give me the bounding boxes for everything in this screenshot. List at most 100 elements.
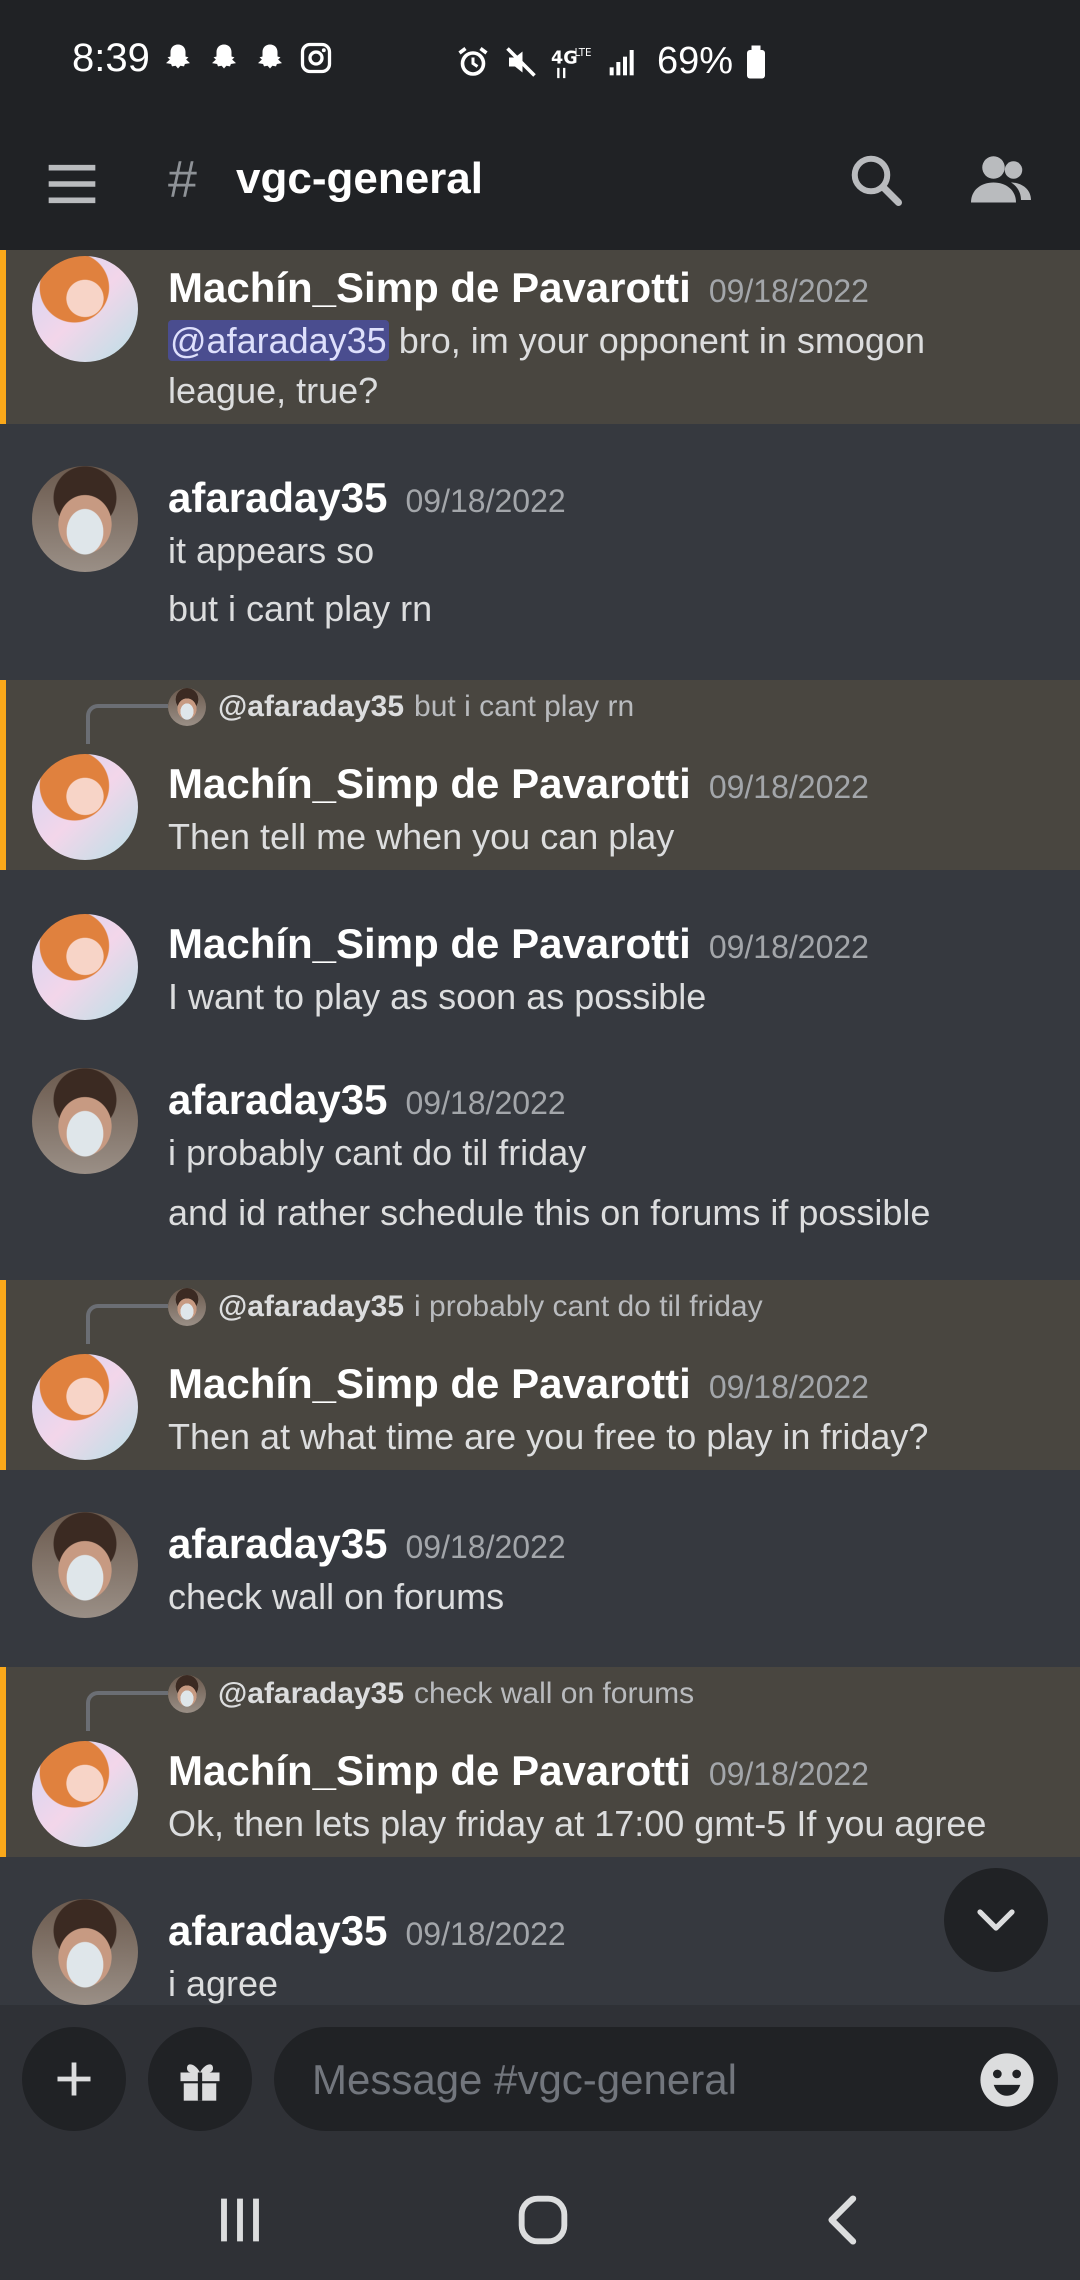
author-name[interactable]: afaraday35 09/18/2022 — [168, 1076, 566, 1124]
author-name[interactable]: Machín_Simp de Pavarotti 09/18/2022 — [168, 264, 869, 312]
reply-author: @afaraday35 — [218, 690, 405, 723]
message-text: Then at what time are you free to play i… — [168, 1416, 929, 1457]
timestamp: 09/18/2022 — [405, 1529, 566, 1565]
signal-icon — [609, 49, 634, 75]
system-icons: 4G LTE 69% — [455, 40, 767, 83]
message-item[interactable]: @afaraday35 i probably cant do til frida… — [0, 1280, 1080, 1470]
message-text: and id rather schedule this on forums if… — [168, 1192, 931, 1233]
message-text: i agree — [168, 1963, 279, 2004]
reply-author: @afaraday35 — [218, 1677, 405, 1710]
reply-text: check wall on forums — [414, 1677, 695, 1710]
emoji-icon[interactable] — [978, 2051, 1036, 2109]
reply-text: but i cant play rn — [414, 690, 635, 723]
timestamp: 09/18/2022 — [708, 769, 869, 805]
status-time: 8:39 — [72, 36, 150, 80]
channel-hash-icon: # — [168, 151, 197, 209]
avatar[interactable] — [32, 1068, 138, 1174]
author-name[interactable]: Machín_Simp de Pavarotti 09/18/2022 — [168, 1360, 869, 1408]
timestamp: 09/18/2022 — [708, 1369, 869, 1405]
message-item[interactable]: Machín_Simp de Pavarotti 09/18/2022 I wan… — [0, 870, 1080, 1030]
jump-to-bottom-button[interactable] — [944, 1868, 1048, 1972]
reply-connector — [86, 1304, 168, 1344]
message-item[interactable]: Machín_Simp de Pavarotti 09/18/2022 @afar… — [0, 250, 1080, 424]
avatar[interactable] — [32, 1354, 138, 1460]
snapchat-icon — [212, 44, 236, 69]
gift-icon — [180, 2064, 220, 2101]
message-text: @afaraday35 bro, im your opponent in smo… — [168, 320, 925, 361]
author-name[interactable]: afaraday35 09/18/2022 — [168, 1520, 566, 1568]
avatar[interactable] — [32, 1512, 138, 1618]
battery-icon — [747, 45, 766, 78]
message-list[interactable]: Machín_Simp de Pavarotti 09/18/2022 @afar… — [0, 250, 1080, 2005]
back-icon[interactable] — [810, 2188, 880, 2252]
message-composer — [0, 2005, 1080, 2160]
plus-icon — [57, 2062, 91, 2096]
instagram-icon — [300, 42, 332, 74]
battery-percentage: 69% — [657, 40, 734, 82]
timestamp: 09/18/2022 — [708, 929, 869, 965]
avatar[interactable] — [32, 1741, 138, 1847]
avatar[interactable] — [32, 914, 138, 1020]
message-item[interactable]: @afaraday35 check wall on forums Machín_… — [0, 1667, 1080, 1857]
hamburger-menu-icon[interactable] — [44, 156, 100, 212]
author-name[interactable]: afaraday35 09/18/2022 — [168, 474, 566, 522]
timestamp: 09/18/2022 — [708, 273, 869, 309]
timestamp: 09/18/2022 — [708, 1756, 869, 1792]
user-mention[interactable]: @afaraday35 — [168, 320, 389, 361]
message-item[interactable]: afaraday35 09/18/2022 i probably cant do … — [0, 1030, 1080, 1233]
gift-button[interactable] — [148, 2027, 252, 2131]
svg-text:LTE: LTE — [574, 47, 591, 59]
timestamp: 09/18/2022 — [405, 1085, 566, 1121]
message-input-container[interactable] — [274, 2027, 1058, 2131]
add-attachment-button[interactable] — [22, 2027, 126, 2131]
avatar[interactable] — [32, 1899, 138, 2005]
message-input[interactable] — [310, 2051, 914, 2109]
avatar[interactable] — [32, 754, 138, 860]
author-name[interactable]: Machín_Simp de Pavarotti 09/18/2022 — [168, 920, 869, 968]
reply-avatar — [168, 688, 206, 726]
avatar[interactable] — [32, 466, 138, 572]
channel-title[interactable]: vgc-general — [236, 154, 483, 204]
author-name[interactable]: Machín_Simp de Pavarotti 09/18/2022 — [168, 760, 869, 808]
notification-icons — [160, 40, 334, 76]
search-icon[interactable] — [846, 150, 906, 210]
message-text: i probably cant do til friday — [168, 1132, 587, 1173]
alarm-icon — [458, 46, 488, 76]
chevron-down-icon — [977, 1909, 1015, 1931]
reply-connector — [86, 704, 168, 744]
message-text: Then tell me when you can play — [168, 816, 675, 857]
message-text: league, true? — [168, 370, 379, 411]
status-bar: 8:39 4G LTE 69% — [0, 0, 1080, 120]
avatar[interactable] — [32, 256, 138, 362]
snapchat-icon — [166, 44, 190, 69]
reply-avatar — [168, 1288, 206, 1326]
reply-author: @afaraday35 — [218, 1290, 405, 1323]
snapchat-icon — [258, 44, 282, 69]
message-text: I want to play as soon as possible — [168, 976, 707, 1017]
message-text: but i cant play rn — [168, 588, 433, 629]
timestamp: 09/18/2022 — [405, 1916, 566, 1952]
message-item[interactable]: afaraday35 09/18/2022 check wall on forum… — [0, 1470, 1080, 1630]
message-item[interactable]: @afaraday35 but i cant play rn Machín_Si… — [0, 680, 1080, 870]
message-text: it appears so — [168, 530, 375, 571]
timestamp: 09/18/2022 — [405, 483, 566, 519]
reply-preview[interactable]: @afaraday35 check wall on forums — [168, 1675, 694, 1713]
members-icon[interactable] — [968, 150, 1034, 210]
reply-preview[interactable]: @afaraday35 but i cant play rn — [168, 688, 634, 726]
reply-connector — [86, 1691, 168, 1731]
recent-apps-icon[interactable] — [205, 2188, 275, 2252]
message-item[interactable]: afaraday35 09/18/2022 i agree — [0, 1857, 1080, 2005]
message-text: Ok, then lets play friday at 17:00 gmt-5… — [168, 1803, 987, 1844]
home-icon[interactable] — [508, 2188, 578, 2252]
system-navigation-bar — [0, 2160, 1080, 2280]
reply-preview[interactable]: @afaraday35 i probably cant do til frida… — [168, 1288, 763, 1326]
reply-text: i probably cant do til friday — [414, 1290, 763, 1323]
author-name[interactable]: afaraday35 09/18/2022 — [168, 1907, 566, 1955]
author-name[interactable]: Machín_Simp de Pavarotti 09/18/2022 — [168, 1747, 869, 1795]
message-text: check wall on forums — [168, 1576, 505, 1617]
network-4g-icon: 4GLTE — [551, 47, 592, 78]
channel-header: # vgc-general — [0, 120, 1080, 250]
mute-icon — [506, 46, 536, 77]
reply-avatar — [168, 1675, 206, 1713]
message-item[interactable]: afaraday35 09/18/2022 it appears so but i… — [0, 424, 1080, 629]
